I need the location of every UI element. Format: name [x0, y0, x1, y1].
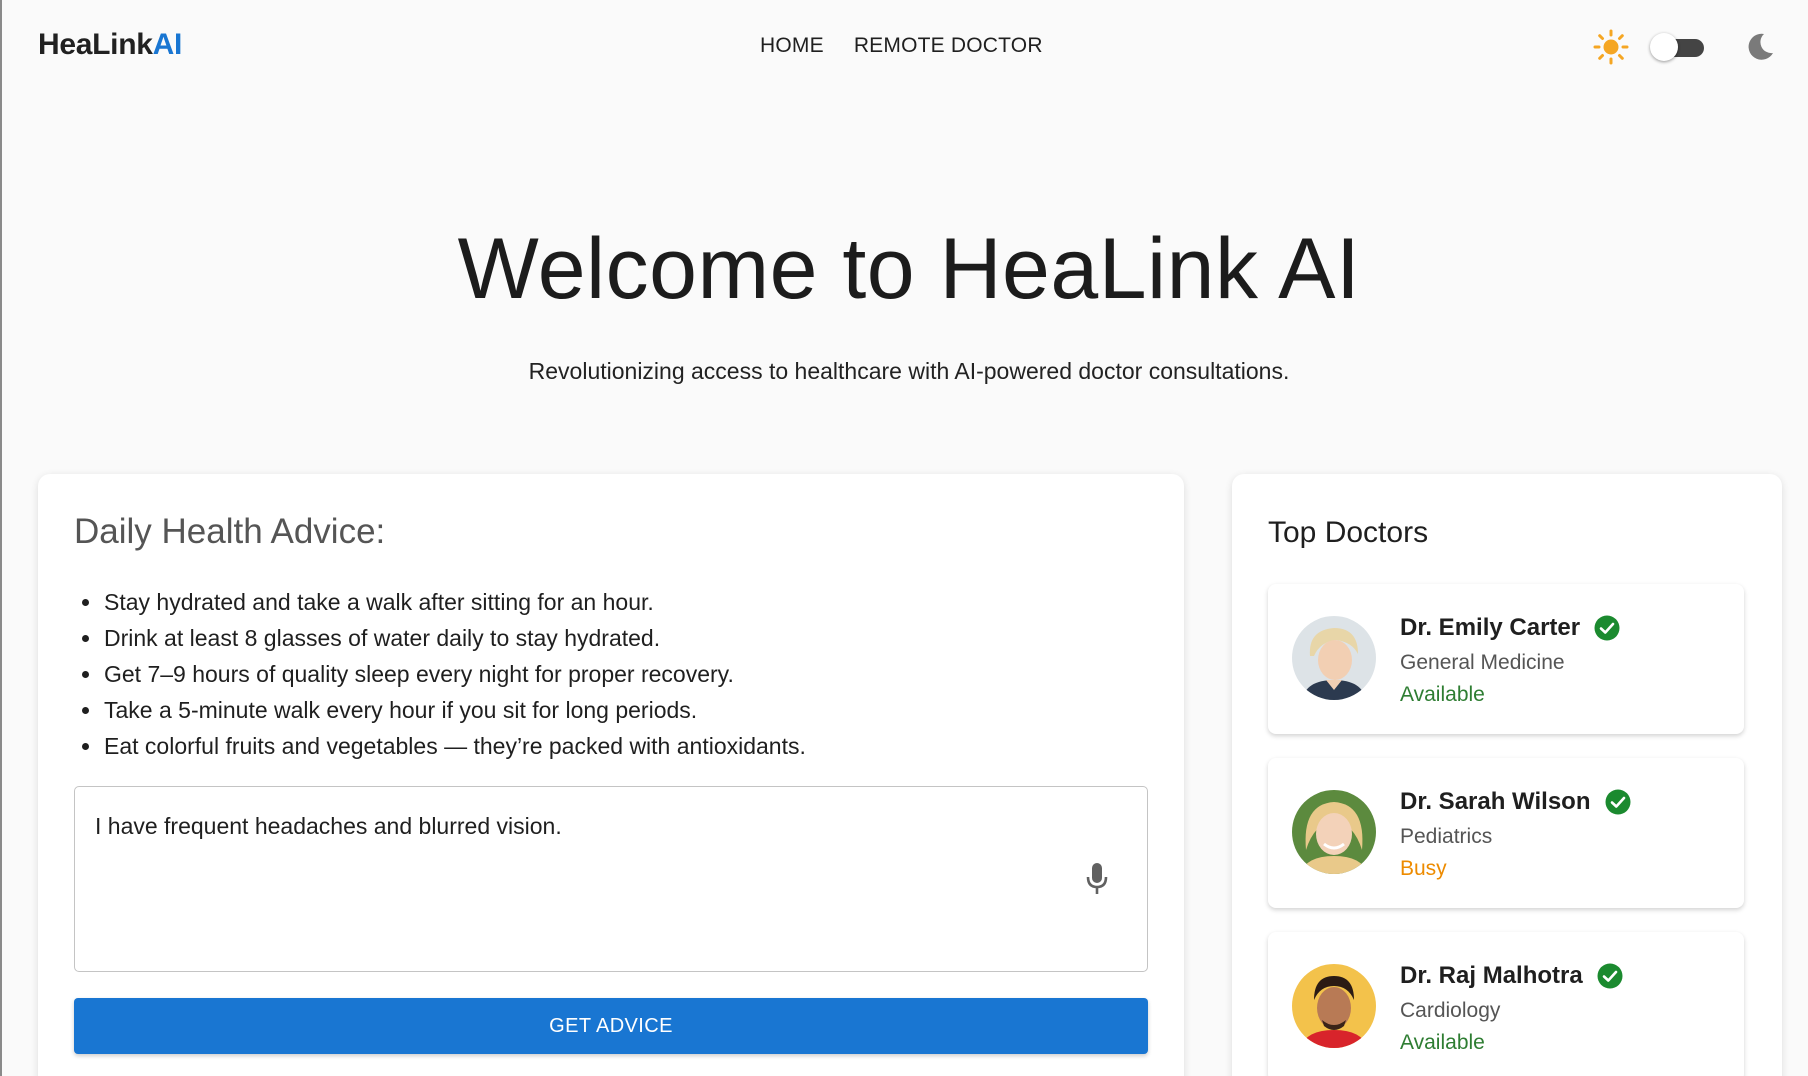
window-edge: [0, 0, 2, 1076]
doctor-status: Available: [1400, 1031, 1485, 1054]
symptom-input-value[interactable]: I have frequent headaches and blurred vi…: [95, 813, 562, 840]
doctor-card-emily-carter[interactable]: Dr. Emily Carter General Medicine Availa…: [1268, 584, 1744, 734]
toggle-thumb[interactable]: [1650, 33, 1678, 61]
doctor-name: Dr. Raj Malhotra: [1400, 962, 1583, 989]
advice-title: Daily Health Advice:: [74, 512, 386, 551]
verified-check-icon: [1597, 963, 1623, 989]
main-nav: HOME REMOTE DOCTOR: [760, 34, 1043, 58]
doctor-specialty: Cardiology: [1400, 999, 1501, 1022]
logo-text: HeaLink: [38, 28, 153, 61]
verified-check-icon: [1594, 615, 1620, 641]
doctor-info: Dr. Emily Carter General Medicine Availa…: [1400, 614, 1620, 707]
avatar: [1292, 790, 1376, 874]
doctor-name-row: Dr. Emily Carter: [1400, 614, 1620, 642]
doctor-info: Dr. Sarah Wilson Pediatrics Busy: [1400, 788, 1631, 881]
hero-subtitle: Revolutionizing access to healthcare wit…: [528, 358, 1290, 384]
nav-home-link[interactable]: HOME: [760, 34, 824, 58]
app-logo[interactable]: HeaLinkAI: [38, 28, 182, 62]
microphone-icon[interactable]: [1083, 861, 1111, 897]
list-item: Take a 5-minute walk every hour if you s…: [74, 692, 806, 728]
doctor-name: Dr. Sarah Wilson: [1400, 788, 1591, 815]
doctor-status: Busy: [1400, 857, 1447, 880]
moon-icon[interactable]: [1742, 29, 1778, 65]
theme-controls: [1592, 28, 1778, 66]
top-doctors-title: Top Doctors: [1268, 516, 1429, 549]
sun-icon: [1592, 28, 1630, 66]
list-item: Stay hydrated and take a walk after sitt…: [74, 584, 806, 620]
doctor-list: Dr. Emily Carter General Medicine Availa…: [1268, 584, 1744, 1076]
avatar: [1292, 616, 1376, 700]
doctor-card-raj-malhotra[interactable]: Dr. Raj Malhotra Cardiology Available: [1268, 932, 1744, 1076]
doctor-specialty: General Medicine: [1400, 651, 1565, 674]
doctor-name-row: Dr. Sarah Wilson: [1400, 788, 1631, 816]
doctor-specialty: Pediatrics: [1400, 825, 1493, 848]
doctor-status: Available: [1400, 683, 1485, 706]
list-item: Drink at least 8 glasses of water daily …: [74, 620, 806, 656]
hero-title: Welcome to HeaLink AI: [457, 221, 1361, 317]
symptom-input[interactable]: I have frequent headaches and blurred vi…: [74, 786, 1148, 972]
theme-toggle-switch[interactable]: [1650, 32, 1708, 62]
top-app-bar: HeaLinkAI HOME REMOTE DOCTOR: [0, 0, 1808, 94]
health-tips-list: Stay hydrated and take a walk after sitt…: [74, 584, 806, 764]
list-item: Get 7–9 hours of quality sleep every nig…: [74, 656, 806, 692]
daily-health-advice-card: Daily Health Advice: Stay hydrated and t…: [38, 474, 1184, 1076]
top-doctors-card: Top Doctors Dr. Emily Carter General Med…: [1232, 474, 1782, 1076]
get-advice-button[interactable]: GET ADVICE: [74, 998, 1148, 1054]
doctor-card-sarah-wilson[interactable]: Dr. Sarah Wilson Pediatrics Busy: [1268, 758, 1744, 908]
doctor-name-row: Dr. Raj Malhotra: [1400, 962, 1623, 990]
verified-check-icon: [1605, 789, 1631, 815]
avatar: [1292, 964, 1376, 1048]
list-item: Eat colorful fruits and vegetables — the…: [74, 728, 806, 764]
logo-accent-text: AI: [152, 28, 183, 61]
doctor-name: Dr. Emily Carter: [1400, 614, 1581, 641]
doctor-info: Dr. Raj Malhotra Cardiology Available: [1400, 962, 1623, 1055]
nav-remote-doctor-link[interactable]: REMOTE DOCTOR: [854, 34, 1043, 58]
